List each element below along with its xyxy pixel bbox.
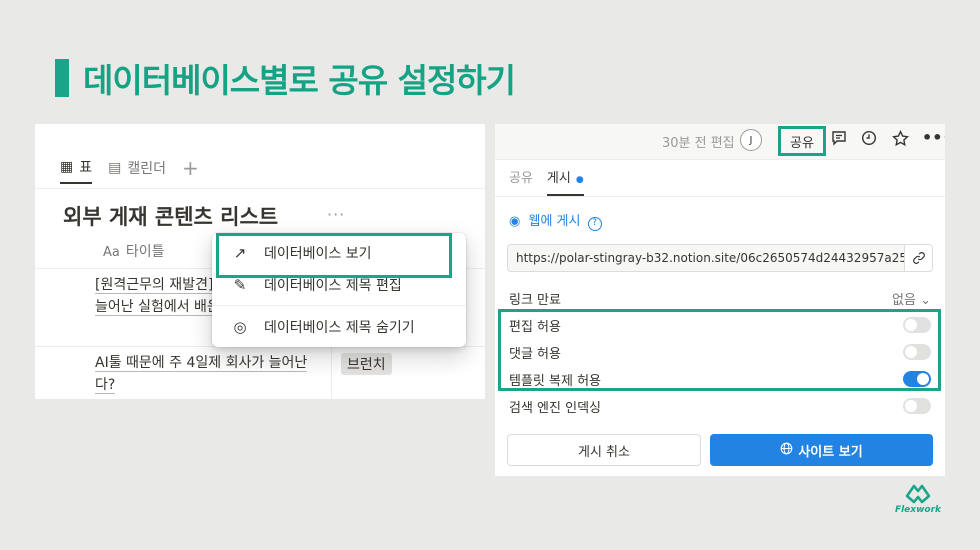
menu-divider <box>212 305 466 306</box>
share-button[interactable]: 공유 <box>778 126 826 156</box>
tab-calendar[interactable]: ▤ 캘린더 <box>108 152 166 184</box>
link-expiry-label: 링크 만료 <box>509 292 561 308</box>
add-view-button[interactable]: + <box>182 158 199 178</box>
globe-icon-svg <box>780 442 793 454</box>
star-icon[interactable] <box>892 129 909 151</box>
search-indexing-toggle[interactable] <box>903 398 931 414</box>
link-icon-svg <box>912 252 925 264</box>
column-header-label: 타이틀 <box>125 244 165 260</box>
share-panel: 30분 전 편집 J 공유 ••• 공유 게시 ● ◉ 웹에 게시 ? https… <box>495 124 945 476</box>
row-title: AI툴 때문에 주 4일제 회사가 늘어난다? <box>95 355 308 394</box>
tab-share[interactable]: 공유 <box>509 170 533 196</box>
pencil-icon: ✎ <box>233 276 247 294</box>
view-site-label: 사이트 보기 <box>798 444 863 460</box>
edited-timestamp: 30분 전 편집 <box>662 136 735 151</box>
highlight-options <box>498 309 941 391</box>
search-indexing-label: 검색 엔진 인덱싱 <box>509 400 601 416</box>
published-url: https://polar-stingray-b32.notion.site/0… <box>516 251 933 265</box>
link-expiry-value[interactable]: 없음 ⌄ <box>892 289 931 308</box>
more-icon[interactable]: ••• <box>922 128 945 147</box>
flexwork-logo-icon <box>905 484 931 504</box>
database-more-button[interactable]: ··· <box>327 205 345 224</box>
publish-to-web-label: 웹에 게시 <box>528 214 581 229</box>
tab-table-label: 표 <box>79 160 93 176</box>
page-heading-wrap: 데이터베이스별로 공유 설정하기 <box>55 58 516 100</box>
popup-tabs: 공유 게시 ● <box>509 170 598 196</box>
calendar-icon: ▤ <box>108 160 122 176</box>
table-icon: ▦ <box>60 159 74 175</box>
heading-accent-bar <box>55 59 69 97</box>
menu-item-hide-title[interactable]: ◎ 데이터베이스 제목 숨기기 <box>212 309 466 345</box>
view-site-button[interactable]: 사이트 보기 <box>710 434 933 466</box>
clock-icon-svg <box>861 130 877 146</box>
tab-publish-label: 게시 <box>546 171 571 186</box>
tab-table[interactable]: ▦ 표 <box>60 152 93 184</box>
clock-icon[interactable] <box>861 130 877 150</box>
comment-icon-svg <box>832 131 846 146</box>
help-icon[interactable]: ? <box>587 217 602 231</box>
brand-logo: Flexwork <box>892 482 944 515</box>
eye-off-icon: ◎ <box>233 318 247 336</box>
database-title[interactable]: 외부 게재 콘텐츠 리스트 <box>63 201 278 231</box>
menu-item-label: 데이터베이스 제목 편집 <box>264 278 402 294</box>
text-property-icon: Aa <box>103 245 120 260</box>
view-tabs: ▦ 표 ▤ 캘린더 + <box>60 152 199 184</box>
brand-name: Flexwork <box>894 505 942 515</box>
search-indexing-row: 검색 엔진 인덱싱 <box>509 396 931 416</box>
published-dot-icon: ● <box>575 175 584 185</box>
page-title: 데이터베이스별로 공유 설정하기 <box>83 61 516 100</box>
globe-icon <box>780 442 793 459</box>
unpublish-button[interactable]: 게시 취소 <box>507 434 701 466</box>
column-header-title[interactable]: Aa 타이틀 <box>103 241 165 261</box>
radio-dot-icon: ◉ <box>509 214 521 229</box>
tabs-divider <box>35 188 485 189</box>
popup-tabs-divider <box>495 196 945 197</box>
tab-calendar-label: 캘린더 <box>127 161 166 177</box>
publish-to-web[interactable]: ◉ 웹에 게시 ? <box>509 210 602 231</box>
tab-publish[interactable]: 게시 ● <box>546 170 584 196</box>
published-url-field[interactable]: https://polar-stingray-b32.notion.site/0… <box>507 244 933 272</box>
status-tag[interactable]: 브런치 <box>341 353 392 375</box>
avatar[interactable]: J <box>740 129 762 151</box>
link-expiry-row[interactable]: 링크 만료 없음 ⌄ <box>509 288 931 308</box>
comment-icon[interactable] <box>831 130 847 150</box>
menu-item-label: 데이터베이스 제목 숨기기 <box>264 320 415 336</box>
copy-link-icon[interactable] <box>904 245 932 271</box>
page-topbar: 30분 전 편집 J 공유 ••• <box>495 124 945 159</box>
highlight-view-database <box>216 233 452 278</box>
star-icon-svg <box>892 129 909 147</box>
table-row[interactable]: AI툴 때문에 주 4일제 회사가 늘어난다? <box>95 352 325 396</box>
